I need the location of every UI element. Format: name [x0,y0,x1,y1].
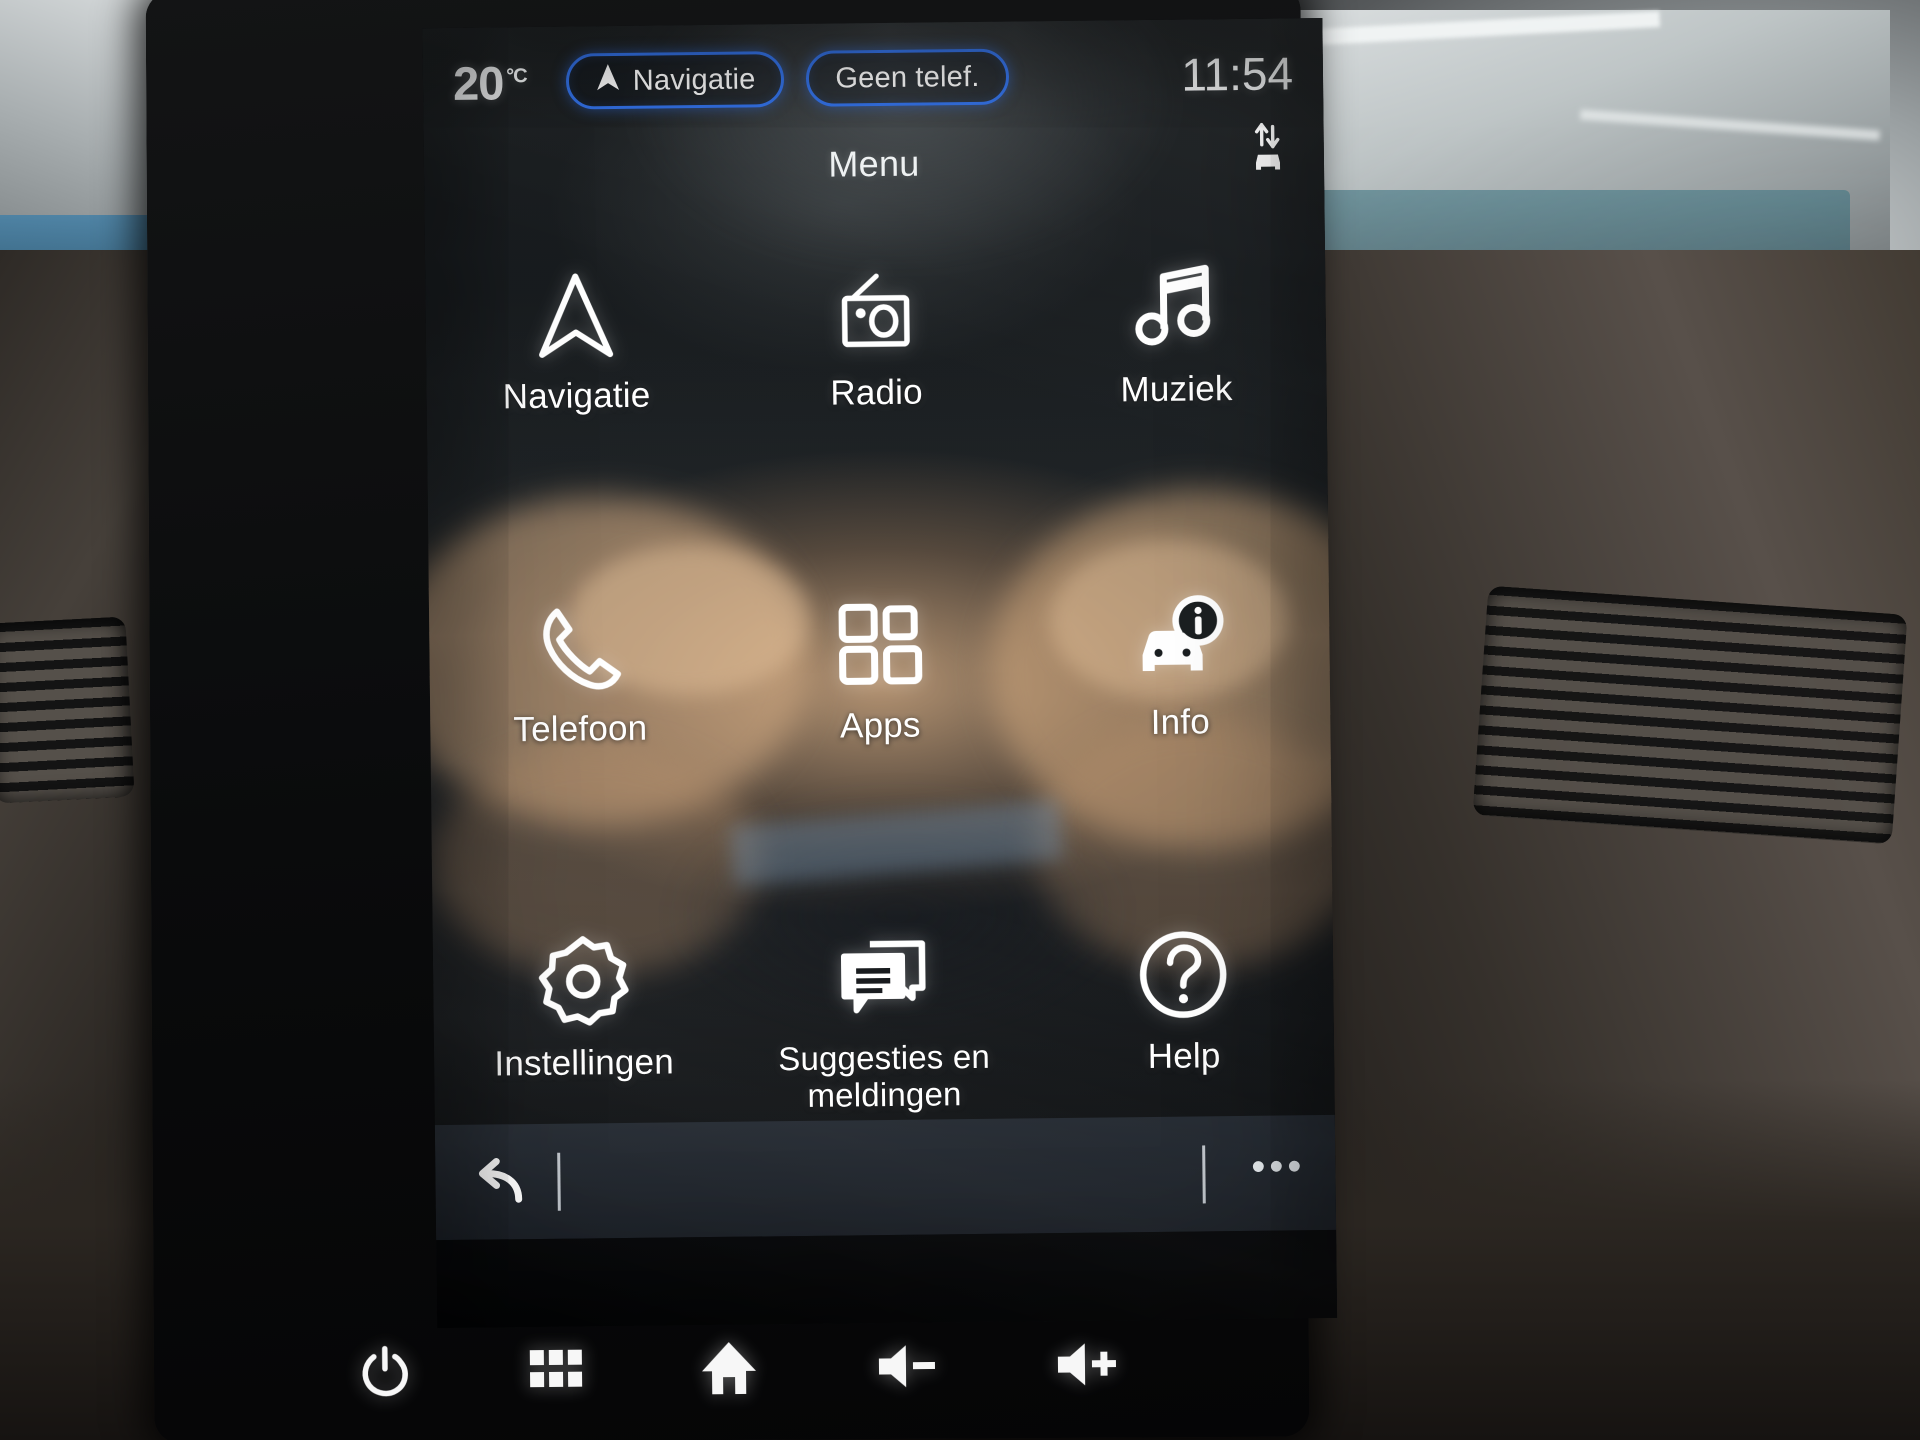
more-options-icon[interactable]: ••• [1251,1144,1306,1191]
header: Menu [424,123,1325,202]
navigation-arrow-icon [527,266,624,363]
menu-tile-label: Radio [830,372,924,413]
gear-icon [535,933,632,1030]
clock: 11:54 [1180,47,1294,101]
car-info-icon [1131,592,1228,689]
infotainment-bezel: 20 °C Navigatie Geen telef. 11:54 Menu N… [145,0,1338,1440]
menu-tile-label: Info [1150,702,1211,743]
status-pill-phone[interactable]: Geen telef. [806,48,1009,107]
power-button[interactable] [360,1344,413,1404]
menu-grid: Navigatie Radio Muziek Telefoon Apps Inf… [425,214,1336,1224]
status-pill-phone-label: Geen telef. [835,60,980,95]
temperature-value: 20 [452,55,504,110]
menu-tile-apps[interactable]: Apps [728,551,1032,888]
soft-bar-divider-left [557,1152,561,1211]
outside-temperature: 20 °C [453,55,527,111]
status-pill-navigation-label: Navigatie [632,62,756,97]
menu-tile-label: Navigatie [502,375,651,417]
volume-up-button[interactable] [1054,1339,1121,1395]
question-circle-icon [1135,926,1232,1023]
navigation-arrow-icon [595,62,621,100]
page-title: Menu [828,142,920,185]
menu-tile-label: Suggesties en meldingen [778,1037,991,1114]
infotainment-screen[interactable]: 20 °C Navigatie Geen telef. 11:54 Menu N… [422,18,1338,1329]
status-bar: 20 °C Navigatie Geen telef. 11:54 [422,18,1323,138]
soft-bar-divider-right [1202,1144,1206,1203]
menu-tile-label: Instellingen [494,1042,675,1084]
car-interior-scene: 20 °C Navigatie Geen telef. 11:54 Menu N… [0,0,1920,1440]
menu-tile-info[interactable]: Info [1028,547,1332,884]
temperature-unit: °C [506,64,527,88]
menu-tile-radio[interactable]: Radio [725,217,1029,554]
menu-tile-label: Apps [839,705,921,746]
air-vent-right [1472,585,1908,845]
volume-down-button[interactable] [874,1340,939,1396]
menu-tile-navigatie[interactable]: Navigatie [425,221,729,558]
music-note-icon [1127,259,1224,356]
chat-bubbles-icon [835,929,932,1026]
car-up-down-arrows-icon[interactable] [1248,122,1289,174]
status-pill-navigation[interactable]: Navigatie [565,51,785,110]
back-arrow-icon[interactable] [465,1155,532,1210]
menu-tile-telefoon[interactable]: Telefoon [428,554,732,891]
home-button[interactable] [699,1338,760,1402]
apps-grid-icon [831,596,928,693]
menu-tile-label: Telefoon [513,709,648,750]
menu-tile-muziek[interactable]: Muziek [1025,214,1329,551]
menu-tile-label: Muziek [1120,369,1233,410]
air-vent-left [0,616,135,804]
soft-navigation-bar: ••• [434,1114,1337,1241]
phone-handset-icon [531,599,628,696]
hardware-button-bar [189,1304,1290,1436]
soft-bar-spacer [560,1174,1202,1181]
radio-icon [827,263,924,360]
menu-tile-label: Help [1147,1035,1221,1076]
apps-button[interactable] [527,1345,584,1399]
